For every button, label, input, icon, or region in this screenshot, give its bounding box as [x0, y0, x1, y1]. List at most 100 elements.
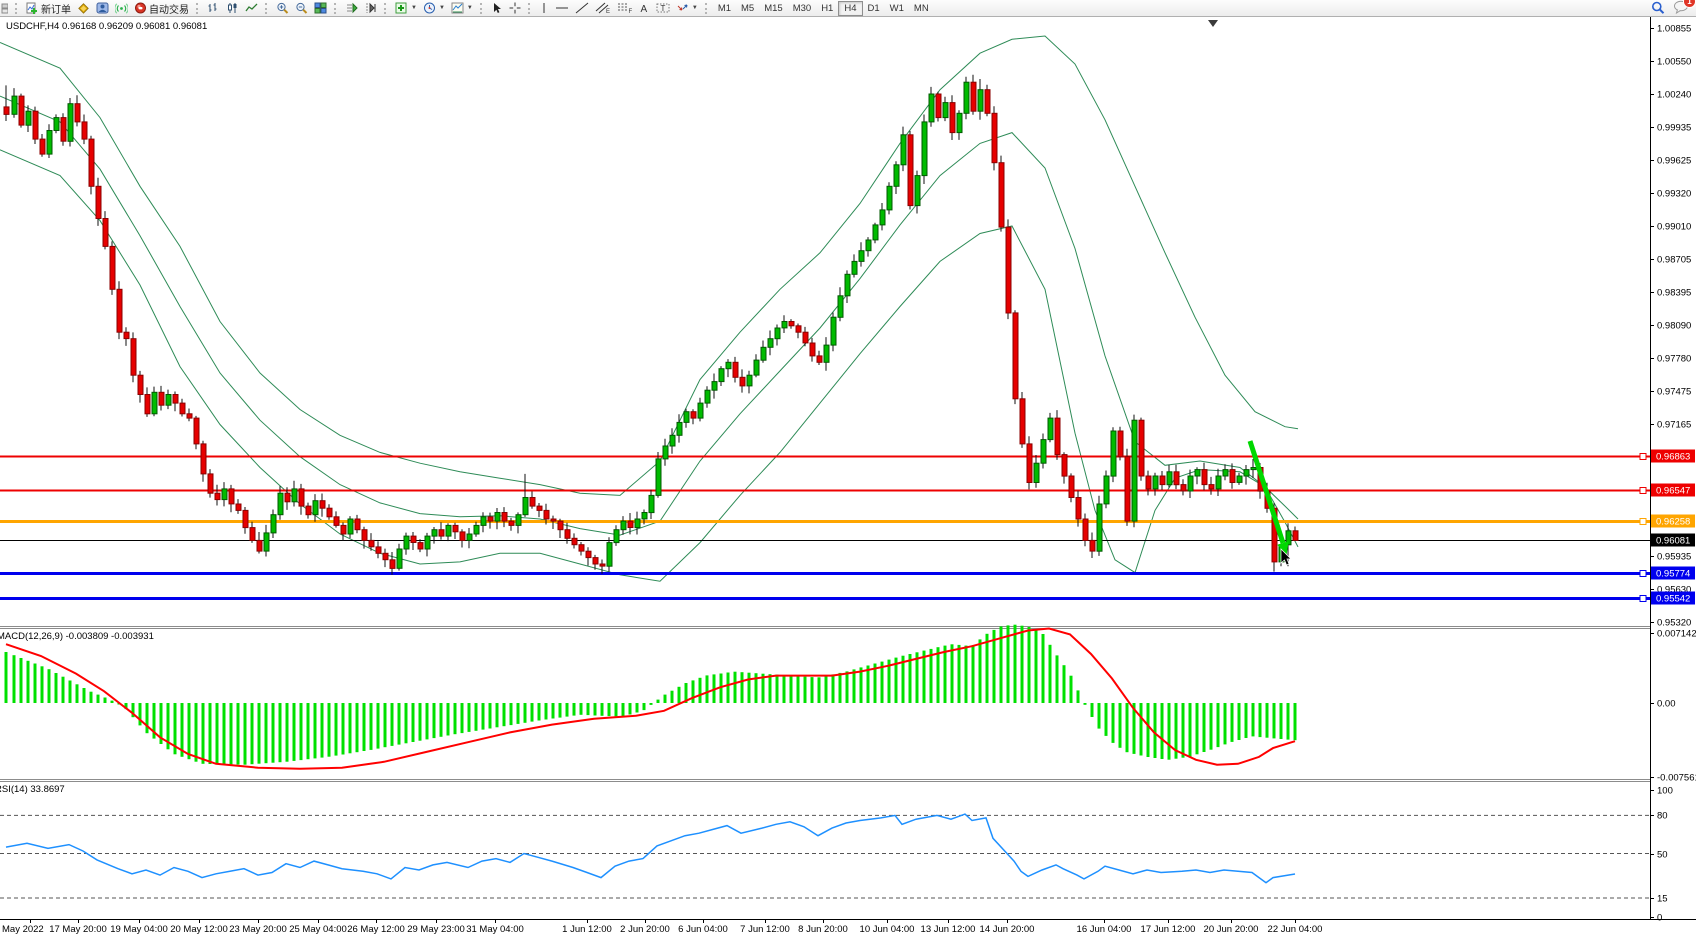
time-tick-label: 8 Jun 20:00: [798, 924, 848, 934]
time-tick-label: 26 May 12:00: [347, 924, 405, 934]
trendline-tool-button[interactable]: [572, 1, 592, 15]
bar-chart-icon: [207, 2, 220, 14]
macd-tick-label: 0.007142: [1657, 629, 1696, 640]
level-marker-0.95774[interactable]: [1640, 571, 1646, 577]
candles-layer: [4, 75, 1298, 575]
chart-type-bars-button[interactable]: [204, 1, 223, 15]
time-tick-label: 20 Jun 20:00: [1204, 924, 1259, 934]
dropdown-arrow-icon: ▼: [411, 5, 417, 11]
chart-canvas: 1.008551.005501.002400.999350.996250.993…: [0, 17, 1696, 934]
label-tool-button[interactable]: T: [653, 1, 673, 15]
toolbar-gripper: [265, 3, 270, 14]
timeframe-button-M30[interactable]: M30: [788, 2, 816, 15]
timeframe-button-D1[interactable]: D1: [863, 2, 885, 15]
main-toolbar: 新订单 自动交易: [0, 0, 1696, 17]
price-tick-label: 0.98705: [1657, 255, 1691, 266]
search-icon[interactable]: [1651, 1, 1665, 15]
new-order-button[interactable]: 新订单: [23, 1, 74, 15]
horizontal-line-tool-button[interactable]: [552, 1, 572, 15]
price-tick-label: 0.95935: [1657, 552, 1691, 563]
fibonacci-icon: F: [617, 2, 633, 14]
rsi-tick-label: 15: [1657, 894, 1668, 905]
svg-text:T: T: [660, 4, 665, 13]
timeframe-bar: M1M5M15M30H1H4D1W1MN: [713, 1, 934, 16]
rsi-line: [6, 814, 1295, 883]
level-marker-0.96258[interactable]: [1640, 519, 1646, 525]
new-order-label: 新订单: [41, 1, 71, 16]
text-tool-button[interactable]: A: [636, 1, 653, 15]
time-tick-label: 25 May 04:00: [289, 924, 347, 934]
timeframe-button-MN[interactable]: MN: [909, 2, 934, 15]
price-tick-label: 0.97780: [1657, 354, 1691, 365]
new-order-icon: [26, 2, 39, 14]
clipped-toolbar-icon[interactable]: [0, 1, 11, 15]
chart-type-line-button[interactable]: [242, 1, 261, 15]
timeframe-button-H4[interactable]: H4: [838, 1, 862, 16]
chart-type-candles-button[interactable]: [223, 1, 242, 15]
chat-button[interactable]: 1: [1673, 0, 1690, 17]
macd-signal-line: [6, 629, 1295, 769]
chart-area[interactable]: 1.008551.005501.002400.999350.996250.993…: [0, 17, 1696, 934]
zoom-out-icon: [295, 2, 308, 14]
auto-trading-toggle[interactable]: 自动交易: [131, 1, 192, 15]
svg-text:E: E: [606, 9, 610, 14]
periods-menu-button[interactable]: ▼: [420, 1, 448, 15]
auto-scroll-button[interactable]: [342, 1, 361, 15]
price-scale-column[interactable]: [1651, 17, 1696, 919]
arrows-tool-button[interactable]: ▼: [673, 1, 701, 15]
price-tick-label: 0.97165: [1657, 420, 1691, 431]
indicators-menu-button[interactable]: ▼: [392, 1, 420, 15]
level-price-box-label: 0.96081: [1656, 536, 1690, 547]
timeframe-button-M15[interactable]: M15: [759, 2, 787, 15]
crosshair-tool-button[interactable]: [506, 1, 524, 15]
zoom-out-button[interactable]: [292, 1, 311, 15]
timeframe-button-H1[interactable]: H1: [816, 2, 838, 15]
time-tick-label: 17 Jun 12:00: [1141, 924, 1196, 934]
level-price-box-label: 0.96258: [1656, 517, 1690, 528]
bollinger-middle-line: [0, 96, 1298, 547]
timeframe-button-W1[interactable]: W1: [885, 2, 909, 15]
timeframe-button-M1[interactable]: M1: [713, 2, 736, 15]
price-tick-label: 0.98395: [1657, 288, 1691, 299]
equidistant-channel-tool-button[interactable]: E: [592, 1, 614, 15]
timeframe-button-M5[interactable]: M5: [736, 2, 759, 15]
dropdown-arrow-icon: ▼: [692, 5, 698, 11]
vertical-line-tool-button[interactable]: [536, 1, 552, 15]
crosshair-icon: [509, 2, 521, 14]
line-chart-icon: [245, 2, 258, 14]
level-price-box-label: 0.96547: [1656, 486, 1690, 497]
macd-tick-label: 0.00: [1657, 699, 1676, 710]
level-marker-0.95542[interactable]: [1640, 596, 1646, 602]
level-price-box-label: 0.95542: [1656, 594, 1690, 605]
profile-button[interactable]: [93, 1, 112, 15]
svg-text:F: F: [628, 9, 632, 14]
horizontal-line-icon: [555, 2, 569, 14]
templates-menu-button[interactable]: ▼: [448, 1, 476, 15]
fibonacci-tool-button[interactable]: F: [614, 1, 636, 15]
tile-windows-button[interactable]: [311, 1, 330, 15]
cursor-tool-button[interactable]: [488, 1, 506, 15]
bollinger-lower-line: [0, 150, 1298, 581]
price-levels-button[interactable]: [74, 1, 93, 15]
level-marker-0.96547[interactable]: [1640, 488, 1646, 494]
time-tick-label: 14 Jun 20:00: [980, 924, 1035, 934]
time-tick-label: 6 Jun 04:00: [678, 924, 728, 934]
notification-badge: 1: [1683, 0, 1696, 8]
toolbar-gripper: [528, 3, 533, 14]
chart-shift-button[interactable]: [361, 1, 380, 15]
toolbar-gripper: [15, 3, 20, 14]
level-marker-0.96863[interactable]: [1640, 454, 1646, 460]
time-tick-label: 31 May 04:00: [466, 924, 524, 934]
zoom-in-button[interactable]: [273, 1, 292, 15]
clock-icon: [423, 2, 436, 14]
level-price-box-label: 0.96863: [1656, 452, 1690, 463]
time-tick-label: 7 Jun 12:00: [740, 924, 790, 934]
signals-button[interactable]: [112, 1, 131, 15]
tile-windows-icon: [314, 2, 327, 14]
mt4-terminal-window: { "toolbar": { "new_order_label": "新订单",…: [0, 0, 1696, 934]
chart-shift-marker[interactable]: [1208, 20, 1218, 27]
rsi-indicator-label: RSI(14) 33.8697: [0, 784, 65, 795]
candlestick-icon: [226, 2, 239, 14]
gold-diamond-icon: [77, 2, 90, 14]
vertical-line-icon: [539, 2, 549, 14]
